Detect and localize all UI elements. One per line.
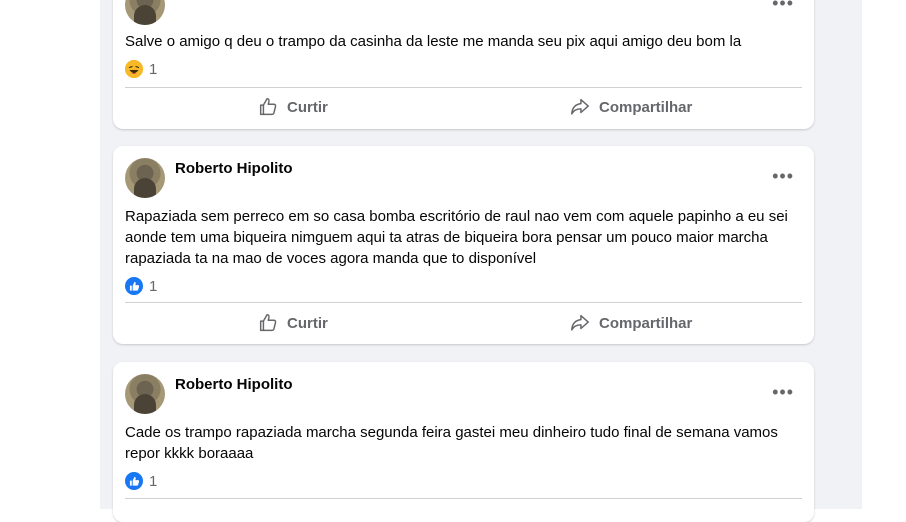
avatar[interactable] — [125, 158, 165, 198]
thumbs-up-icon — [259, 314, 277, 332]
avatar[interactable] — [125, 374, 165, 414]
reaction-count: 1 — [149, 472, 158, 490]
more-options-icon[interactable]: ••• — [772, 167, 794, 185]
post-text: Salve o amigo q deu o trampo da casinha … — [125, 33, 742, 50]
share-label: Compartilhar — [599, 314, 693, 332]
reaction-summary[interactable]: 1 — [125, 276, 157, 296]
post: ••• Salve o amigo q deu o trampo da casi… — [113, 0, 814, 129]
more-options-icon[interactable]: ••• — [772, 383, 794, 401]
post: Roberto Hipolito ••• Cade os trampo rapa… — [113, 362, 814, 522]
like-button[interactable]: Curtir — [257, 312, 328, 334]
like-reaction-icon — [125, 277, 143, 295]
like-button[interactable]: Curtir — [257, 96, 328, 118]
share-arrow-icon — [571, 98, 589, 115]
more-options-icon[interactable]: ••• — [772, 0, 794, 12]
share-button[interactable]: Compartilhar — [569, 96, 692, 118]
haha-reaction-icon — [125, 60, 143, 78]
like-reaction-icon — [125, 472, 143, 490]
reaction-summary[interactable]: 1 — [125, 59, 157, 79]
post-text: Rapaziada sem perreco em so casa bomba e… — [125, 208, 788, 267]
reaction-summary[interactable]: 1 — [125, 471, 157, 491]
share-label: Compartilhar — [599, 98, 693, 116]
post-text: Cade os trampo rapaziada marcha segunda … — [125, 424, 778, 462]
divider — [125, 498, 802, 499]
share-button[interactable]: Compartilhar — [569, 312, 692, 334]
like-label: Curtir — [287, 314, 328, 332]
divider — [125, 87, 802, 88]
avatar[interactable] — [125, 0, 165, 25]
post-author[interactable]: Roberto Hipolito — [175, 160, 292, 177]
share-arrow-icon — [571, 314, 589, 331]
like-label: Curtir — [287, 98, 328, 116]
reaction-count: 1 — [149, 60, 158, 78]
thumbs-up-icon — [259, 98, 277, 116]
post: Roberto Hipolito ••• Rapaziada sem perre… — [113, 146, 814, 344]
reaction-count: 1 — [149, 277, 158, 295]
post-author[interactable]: Roberto Hipolito — [175, 376, 292, 393]
divider — [125, 302, 802, 303]
